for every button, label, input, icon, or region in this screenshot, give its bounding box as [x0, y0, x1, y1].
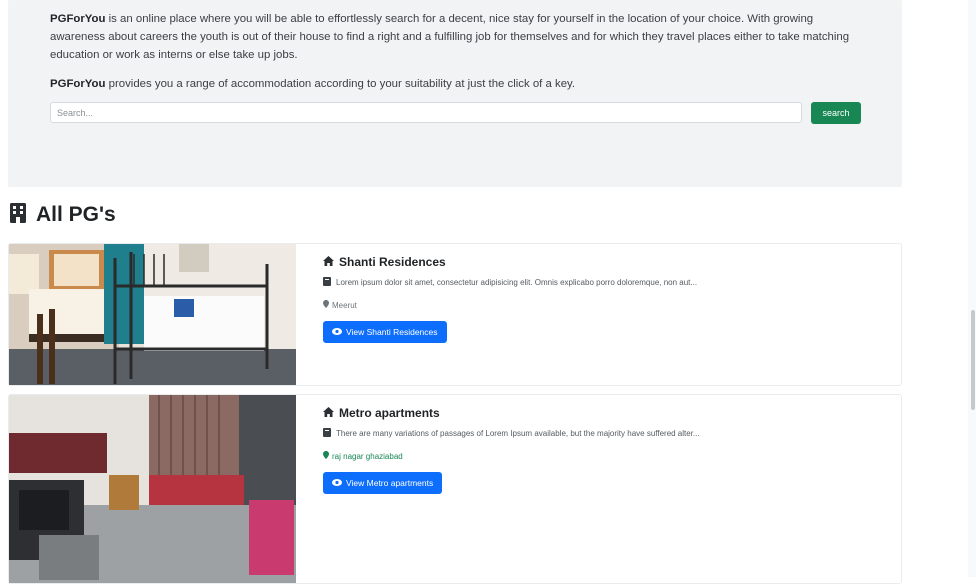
pg-location-text: raj nagar ghaziabad — [332, 451, 403, 461]
scrollbar[interactable] — [968, 0, 976, 577]
pg-location: raj nagar ghaziabad — [323, 451, 403, 461]
search-input[interactable] — [50, 102, 802, 123]
pg-location: Meerut — [323, 300, 357, 310]
pg-card: Shanti Residences Lorem ipsum dolor sit … — [8, 243, 902, 386]
brand-name-2: PGForYou — [50, 78, 106, 90]
view-pg-button[interactable]: View Shanti Residences — [323, 321, 447, 343]
pg-name-text: Shanti Residences — [339, 255, 446, 269]
pg-name: Shanti Residences — [323, 255, 446, 269]
pg-photo — [9, 395, 296, 583]
book-icon — [323, 277, 331, 288]
view-pg-button-label: View Shanti Residences — [346, 327, 438, 337]
book-icon — [323, 428, 331, 439]
map-pin-icon — [323, 451, 329, 461]
map-pin-icon — [323, 300, 329, 310]
search-form: search — [50, 102, 870, 125]
pg-description: There are many variations of passages of… — [323, 428, 700, 439]
pg-description-text: Lorem ipsum dolor sit amet, consectetur … — [336, 278, 698, 287]
pg-description-text: There are many variations of passages of… — [336, 429, 700, 438]
home-icon — [323, 255, 334, 269]
view-pg-button[interactable]: View Metro apartments — [323, 472, 443, 494]
intro-panel: PGForYou is an online place where you wi… — [8, 0, 902, 187]
pg-name: Metro apartments — [323, 406, 440, 420]
section-title: All PG's — [36, 203, 116, 226]
section-heading: All PG's — [8, 200, 116, 230]
pg-description: Lorem ipsum dolor sit amet, consectetur … — [323, 277, 697, 288]
search-button[interactable]: search — [811, 102, 861, 124]
building-icon — [8, 202, 28, 229]
intro-text-2: provides you a range of accommodation ac… — [105, 78, 576, 90]
intro-paragraph-2: PGForYou provides you a range of accommo… — [50, 75, 870, 93]
pg-name-text: Metro apartments — [339, 406, 440, 420]
scrollbar-thumb[interactable] — [971, 310, 975, 410]
eye-icon — [332, 327, 342, 337]
brand-name: PGForYou — [50, 13, 106, 25]
pg-card: Metro apartments There are many variatio… — [8, 394, 902, 584]
pg-photo — [9, 244, 296, 385]
home-icon — [323, 406, 334, 420]
view-pg-button-label: View Metro apartments — [346, 478, 434, 488]
intro-text: is an online place where you will be abl… — [50, 13, 850, 61]
eye-icon — [332, 478, 342, 488]
intro-paragraph: PGForYou is an online place where you wi… — [50, 10, 870, 64]
pg-location-text: Meerut — [332, 300, 357, 310]
